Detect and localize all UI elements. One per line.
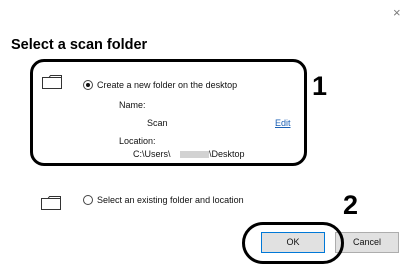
- name-label: Name:: [119, 100, 146, 110]
- select-existing-folder-radio[interactable]: [83, 195, 93, 205]
- scan-folder-dialog: × Select a scan folder Create a new fold…: [0, 0, 408, 269]
- location-label: Location:: [119, 136, 156, 146]
- edit-link[interactable]: Edit: [275, 118, 291, 129]
- create-new-folder-label[interactable]: Create a new folder on the desktop: [97, 80, 237, 91]
- folder-icon: [41, 196, 61, 210]
- location-prefix: C:\Users\: [133, 149, 171, 159]
- callout-number-1: 1: [312, 71, 328, 101]
- folder-name-value: Scan: [147, 118, 168, 128]
- select-existing-folder-label[interactable]: Select an existing folder and location: [97, 195, 244, 206]
- close-icon[interactable]: ×: [393, 6, 401, 19]
- location-suffix: \Desktop: [209, 149, 245, 159]
- cancel-button[interactable]: Cancel: [335, 232, 399, 253]
- callout-number-2: 2: [343, 190, 359, 220]
- create-new-folder-radio[interactable]: [83, 80, 93, 90]
- dialog-title: Select a scan folder: [11, 37, 148, 53]
- folder-icon: [42, 75, 62, 89]
- ok-button[interactable]: OK: [261, 232, 325, 253]
- redacted-username: [180, 151, 209, 158]
